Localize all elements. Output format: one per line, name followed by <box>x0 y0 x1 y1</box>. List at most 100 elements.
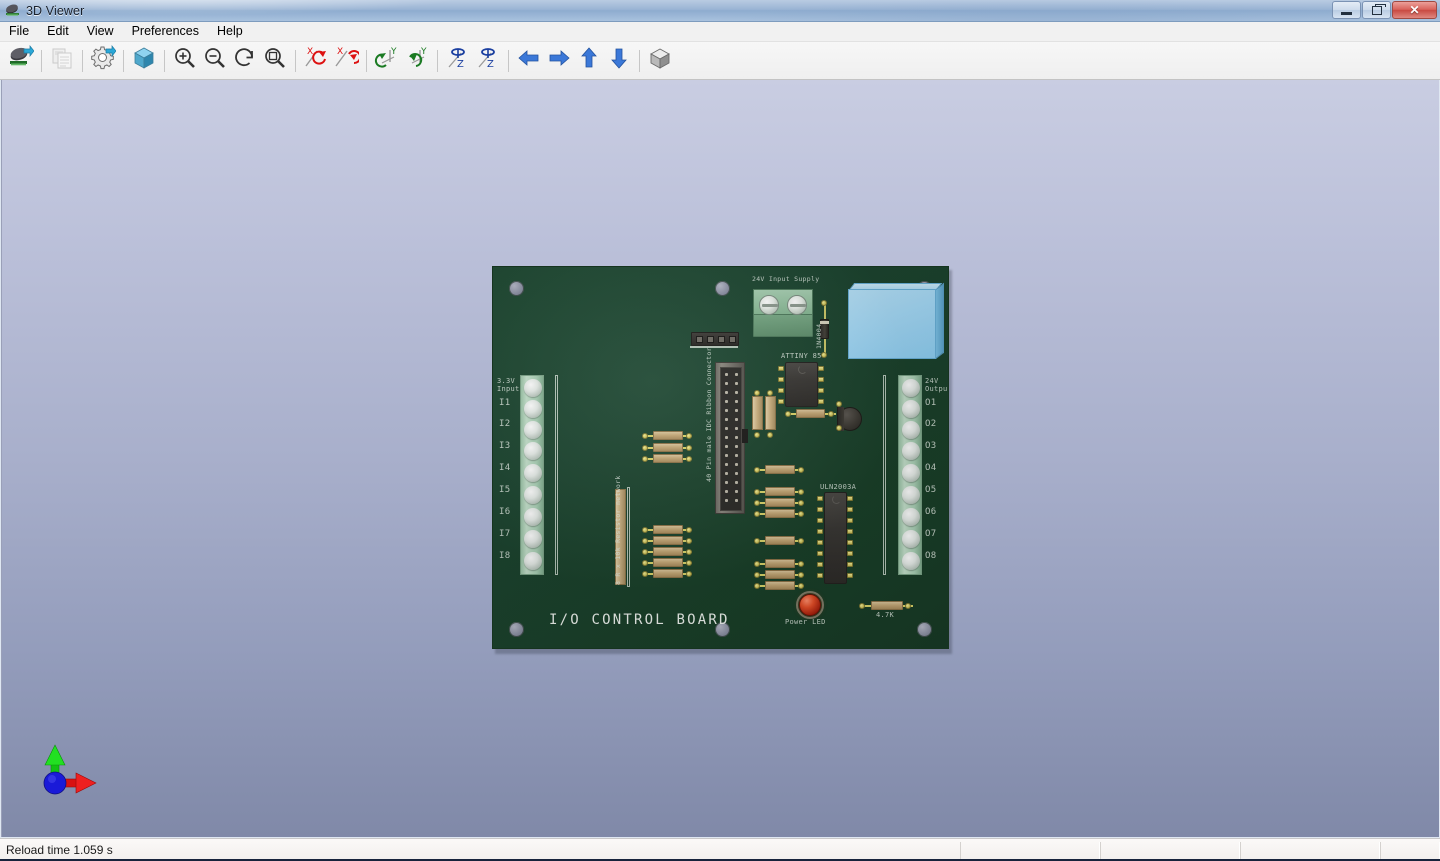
output-terminal-screw[interactable] <box>902 486 920 504</box>
driver-pad <box>847 573 853 578</box>
resistor-pad <box>798 511 804 517</box>
power-led[interactable] <box>799 594 821 616</box>
toolbar-separator <box>123 49 124 72</box>
blue-cube-icon <box>132 46 156 75</box>
rotate-y-clockwise-button[interactable]: Y <box>372 45 402 77</box>
input-terminal-screw[interactable] <box>524 530 542 548</box>
resistor[interactable] <box>653 536 683 545</box>
reload-board-button[interactable] <box>6 45 36 77</box>
relay-module[interactable] <box>848 289 936 359</box>
power-terminal-screw[interactable] <box>759 295 779 315</box>
raytracing-button[interactable] <box>129 45 159 77</box>
input-terminal-screw[interactable] <box>524 379 542 397</box>
input-terminal-screw[interactable] <box>524 464 542 482</box>
silk-header-outline <box>690 346 738 348</box>
input-terminal-screw[interactable] <box>524 442 542 460</box>
zoom-out-button[interactable] <box>200 45 230 77</box>
resistor-pad <box>642 445 648 451</box>
rotate-x-clockwise-button[interactable]: X <box>301 45 331 77</box>
zoom-fit-icon <box>263 46 287 75</box>
output-terminal-screw[interactable] <box>902 552 920 570</box>
rotate-z-clockwise-button[interactable]: Z <box>443 45 473 77</box>
resistor[interactable] <box>653 431 683 440</box>
input-terminal-block[interactable] <box>520 375 544 575</box>
mount-hole <box>509 281 524 296</box>
output-terminal-screw[interactable] <box>902 530 920 548</box>
resistor[interactable] <box>765 559 795 568</box>
rotate-y-counter-button[interactable]: Y <box>402 45 432 77</box>
driver-uln2003a[interactable] <box>824 492 847 584</box>
led-resistor[interactable] <box>871 601 903 610</box>
resistor[interactable] <box>653 547 683 556</box>
rotate-y-cw-icon: Y <box>374 45 400 76</box>
menu-preferences[interactable]: Preferences <box>123 22 208 41</box>
driver-pad <box>847 562 853 567</box>
pcb-3d-model[interactable]: 3.3V Input I1 I2 I3 I4 I5 I6 I7 I8 24V O… <box>492 266 952 654</box>
resistor[interactable] <box>765 465 795 474</box>
svg-text:Z: Z <box>487 59 494 70</box>
menu-help[interactable]: Help <box>208 22 252 41</box>
input-terminal-screw[interactable] <box>524 552 542 570</box>
resistor[interactable] <box>653 525 683 534</box>
move-left-button[interactable] <box>514 45 544 77</box>
resistor[interactable] <box>653 454 683 463</box>
input-terminal-screw[interactable] <box>524 400 542 418</box>
capacitor-pad <box>767 390 773 396</box>
output-terminal-block[interactable] <box>898 375 922 575</box>
toggle-orthographic-button[interactable] <box>645 45 675 77</box>
input-terminal-screw[interactable] <box>524 421 542 439</box>
toolbar-separator <box>437 49 438 72</box>
close-button[interactable]: ✕ <box>1392 1 1437 19</box>
resistor-pad <box>686 445 692 451</box>
rotate-z-counter-button[interactable]: Z <box>473 45 503 77</box>
output-terminal-screw[interactable] <box>902 421 920 439</box>
input-terminal-screw[interactable] <box>524 508 542 526</box>
resistor[interactable] <box>796 409 825 418</box>
output-terminal-screw[interactable] <box>902 508 920 526</box>
capacitor[interactable] <box>752 396 763 430</box>
copy-3d-image-button[interactable] <box>47 45 77 77</box>
move-down-button[interactable] <box>604 45 634 77</box>
output-terminal-screw[interactable] <box>902 464 920 482</box>
title-bar: 3D Viewer ✕ <box>0 0 1440 22</box>
render-options-button[interactable] <box>88 45 118 77</box>
move-right-button[interactable] <box>544 45 574 77</box>
resistor[interactable] <box>765 509 795 518</box>
resistor[interactable] <box>765 581 795 590</box>
resistor[interactable] <box>653 443 683 452</box>
pcb-substrate[interactable]: 3.3V Input I1 I2 I3 I4 I5 I6 I7 I8 24V O… <box>492 266 949 649</box>
idc-ribbon-connector[interactable] <box>715 362 748 514</box>
output-terminal-screw[interactable] <box>902 379 920 397</box>
menu-view[interactable]: View <box>78 22 123 41</box>
programming-header[interactable] <box>691 332 739 346</box>
menu-edit[interactable]: Edit <box>38 22 78 41</box>
capacitor[interactable] <box>765 396 776 430</box>
output-terminal-screw[interactable] <box>902 442 920 460</box>
driver-pad <box>847 496 853 501</box>
minimize-button[interactable] <box>1332 1 1361 19</box>
3d-viewport[interactable]: 3.3V Input I1 I2 I3 I4 I5 I6 I7 I8 24V O… <box>1 80 1439 837</box>
redraw-view-button[interactable] <box>230 45 260 77</box>
resistor-pad <box>686 527 692 533</box>
silk-power-supply-label: 24V Input Supply <box>752 275 820 283</box>
input-terminal-screw[interactable] <box>524 486 542 504</box>
zoom-in-button[interactable] <box>170 45 200 77</box>
restore-button[interactable] <box>1362 1 1391 19</box>
transistor-pad <box>836 425 842 431</box>
redraw-icon <box>233 46 257 75</box>
resistor[interactable] <box>765 498 795 507</box>
resistor[interactable] <box>653 558 683 567</box>
resistor[interactable] <box>765 536 795 545</box>
mcu-pad <box>778 366 784 371</box>
resistor[interactable] <box>765 487 795 496</box>
resistor[interactable] <box>765 570 795 579</box>
rotate-x-counter-button[interactable]: X <box>331 45 362 77</box>
zoom-fit-button[interactable] <box>260 45 290 77</box>
power-terminal-screw[interactable] <box>787 295 807 315</box>
mcu-attiny[interactable] <box>785 362 818 407</box>
resistor-pad <box>785 411 791 417</box>
resistor[interactable] <box>653 569 683 578</box>
menu-file[interactable]: File <box>0 22 38 41</box>
move-up-button[interactable] <box>574 45 604 77</box>
output-terminal-screw[interactable] <box>902 400 920 418</box>
